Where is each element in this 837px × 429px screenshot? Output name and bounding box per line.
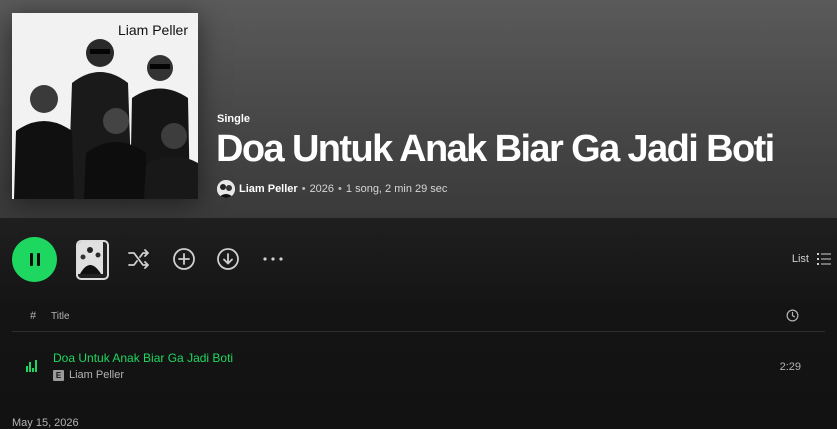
download-button[interactable] bbox=[216, 247, 240, 271]
column-number: # bbox=[30, 310, 37, 322]
equalizer-icon bbox=[26, 360, 38, 372]
album-header: Liam Peller Single Doa Untuk Anak Biar G… bbox=[0, 0, 837, 218]
more-icon bbox=[263, 257, 283, 261]
pause-button[interactable] bbox=[12, 237, 57, 282]
album-cover: Liam Peller bbox=[12, 13, 198, 199]
explicit-badge: E bbox=[53, 369, 64, 381]
release-type-label: Single bbox=[217, 113, 251, 125]
cover-artist-text: Liam Peller bbox=[117, 22, 188, 38]
release-date: May 15, 2026 bbox=[12, 417, 79, 429]
pause-icon bbox=[29, 253, 33, 266]
album-byline: Liam Peller • 2026 • 1 song, 2 min 29 se… bbox=[217, 179, 447, 199]
track-duration: 2:29 bbox=[779, 361, 801, 373]
release-year: 2026 bbox=[309, 183, 335, 195]
clock-icon bbox=[786, 309, 799, 325]
shuffle-icon bbox=[128, 249, 149, 269]
shuffle-button[interactable] bbox=[127, 247, 151, 271]
add-to-library-button[interactable] bbox=[172, 247, 196, 271]
track-artist[interactable]: Liam Peller bbox=[69, 369, 124, 381]
track-title[interactable]: Doa Untuk Anak Biar Ga Jadi Boti bbox=[53, 351, 233, 365]
list-view-icon bbox=[817, 253, 831, 265]
album-thumbnail-button[interactable] bbox=[76, 240, 109, 280]
column-title[interactable]: Title bbox=[51, 311, 70, 322]
more-options-button[interactable] bbox=[261, 247, 285, 271]
band-photo bbox=[12, 13, 198, 199]
download-icon bbox=[217, 248, 239, 270]
artist-avatar[interactable] bbox=[217, 180, 235, 198]
track-row[interactable]: Doa Untuk Anak Biar Ga Jadi Boti E Liam … bbox=[12, 343, 825, 387]
artist-link[interactable]: Liam Peller bbox=[239, 183, 298, 195]
album-summary: 1 song, 2 min 29 sec bbox=[345, 183, 448, 195]
separator-dot: • bbox=[338, 183, 342, 195]
view-mode-label: List bbox=[791, 253, 809, 265]
view-mode-toggle[interactable]: List bbox=[792, 252, 831, 266]
plus-circle-icon bbox=[173, 248, 195, 270]
separator-dot: • bbox=[301, 183, 306, 195]
album-title: Doa Untuk Anak Biar Ga Jadi Boti bbox=[216, 128, 775, 170]
track-meta: E Liam Peller bbox=[53, 369, 124, 381]
track-table-header: # Title bbox=[12, 303, 825, 332]
